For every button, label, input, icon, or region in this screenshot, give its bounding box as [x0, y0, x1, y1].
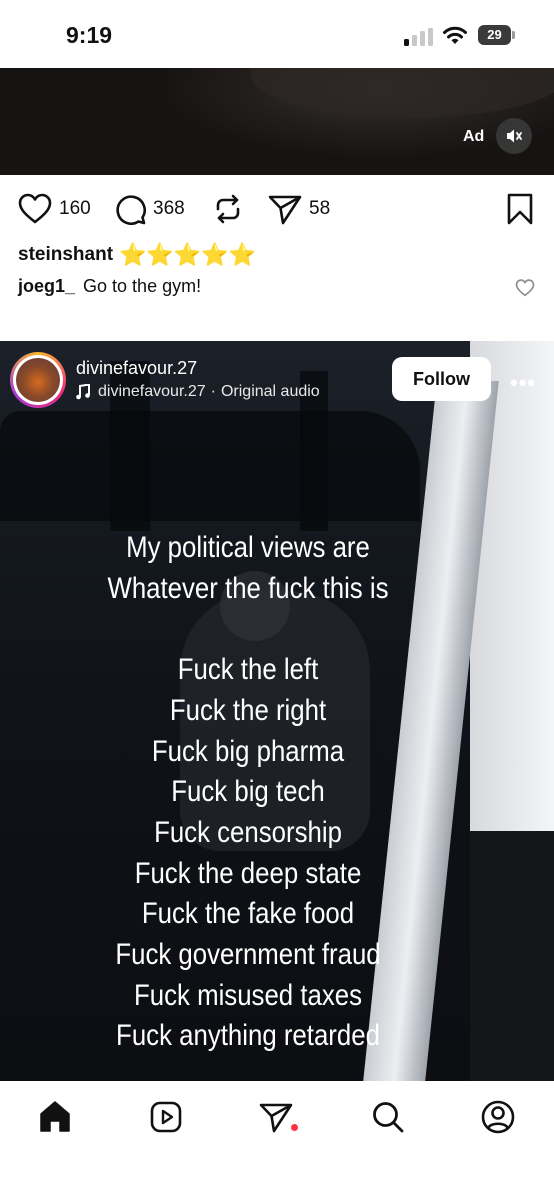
overlay-line: Fuck anything retarded — [116, 1019, 380, 1053]
ad-label: Ad — [463, 128, 485, 145]
audio-separator: · — [210, 383, 216, 400]
home-icon — [40, 1101, 70, 1132]
overlay-line: Fuck the right — [169, 693, 327, 727]
bottom-nav — [0, 1081, 554, 1199]
overlay-line: Fuck big pharma — [151, 734, 345, 768]
caption-stars: ⭐⭐⭐⭐⭐ — [119, 242, 257, 268]
nav-search[interactable] — [368, 1097, 408, 1137]
speaker-muted-icon — [507, 129, 522, 143]
comment-text: Go to the gym! — [83, 276, 202, 296]
battery-icon: 29 — [478, 25, 516, 45]
reel-overlay-text: My political views are Whatever the fuck… — [35, 528, 462, 1057]
audio-label: Original audio — [220, 383, 320, 400]
wifi-icon — [443, 26, 467, 44]
profile-icon — [481, 1100, 515, 1134]
overlay-line: Fuck big tech — [171, 775, 325, 809]
reel-audio[interactable]: divinefavour.27 · Original audio — [76, 383, 320, 401]
search-icon — [373, 1102, 404, 1133]
overlay-line: Fuck the left — [177, 653, 319, 687]
overlay-line: Fuck the deep state — [134, 856, 362, 890]
nav-reels[interactable] — [146, 1097, 186, 1137]
like-count: 160 — [59, 198, 91, 219]
music-note-icon — [76, 384, 90, 400]
repost-icon — [216, 194, 240, 224]
comment-count: 368 — [153, 198, 185, 219]
reels-icon — [150, 1101, 182, 1133]
post-caption: steinshant ⭐⭐⭐⭐⭐ — [18, 242, 256, 268]
save-button[interactable] — [506, 192, 534, 231]
post-actions: 160 368 58 — [0, 186, 554, 232]
comment-like-button[interactable] — [515, 279, 535, 302]
overlay-line: Whatever the fuck this is — [107, 571, 389, 605]
battery-level: 29 — [478, 25, 511, 45]
nav-profile[interactable] — [478, 1097, 518, 1137]
top-comment[interactable]: joeg1_ Go to the gym! — [18, 276, 201, 297]
status-time: 9:19 — [66, 22, 113, 48]
repost-button[interactable] — [212, 192, 244, 226]
comment-icon — [116, 195, 146, 225]
share-button[interactable]: 58 — [268, 192, 330, 226]
reel-username[interactable]: divinefavour.27 — [76, 358, 197, 379]
follow-button[interactable]: Follow — [392, 357, 491, 401]
like-button[interactable]: 160 — [18, 192, 91, 226]
ad-video[interactable] — [0, 68, 554, 175]
audio-username: divinefavour.27 — [98, 383, 206, 400]
send-icon — [259, 1103, 293, 1133]
nav-home[interactable] — [35, 1097, 75, 1137]
overlay-line: Fuck the fake food — [141, 897, 355, 931]
bookmark-icon — [507, 193, 533, 225]
status-bar: 9:19 29 — [0, 0, 554, 68]
cellular-signal-icon — [404, 28, 434, 46]
overlay-line: My political views are — [126, 531, 370, 564]
share-count: 58 — [309, 198, 331, 219]
comment-username[interactable]: joeg1_ — [18, 276, 75, 296]
nav-messages[interactable] — [256, 1097, 296, 1137]
comment-button[interactable]: 368 — [114, 192, 185, 226]
caption-username[interactable]: steinshant — [18, 244, 113, 266]
heart-icon — [18, 193, 52, 224]
notification-dot — [291, 1124, 298, 1131]
overlay-line: Fuck misused taxes — [134, 978, 362, 1012]
reel-avatar[interactable] — [10, 352, 66, 408]
mute-button[interactable] — [496, 118, 532, 154]
heart-icon — [515, 279, 535, 297]
send-icon — [268, 195, 302, 225]
more-options-button[interactable]: ••• — [510, 370, 536, 396]
overlay-line: Fuck government fraud — [115, 938, 381, 972]
overlay-line: Fuck censorship — [154, 815, 342, 849]
